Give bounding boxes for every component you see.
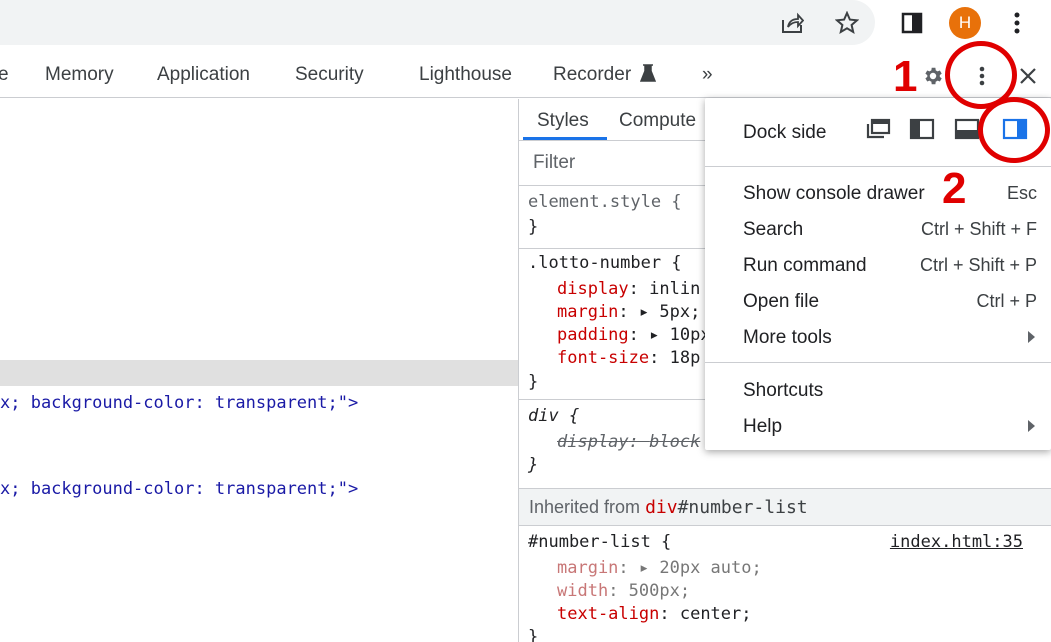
dom-node-attr-text: x; background-color: transparent;"> — [0, 479, 359, 499]
css-prop-sep: : — [649, 348, 670, 368]
share-icon[interactable] — [775, 6, 809, 40]
inherited-prefix: Inherited from — [529, 497, 646, 517]
css-prop-sep: : — [628, 432, 650, 452]
menu-item-shortcuts[interactable]: Shortcuts — [743, 374, 1043, 408]
menu-item-label: Open file — [743, 291, 820, 312]
menu-item-label: Run command — [743, 255, 867, 276]
rule-close-brace: } — [528, 217, 539, 237]
lotto-number-selector[interactable]: .lotto-number { — [528, 253, 682, 273]
address-bar[interactable] — [0, 0, 875, 45]
menu-item-label: Shortcuts — [743, 380, 824, 401]
menu-item-search[interactable]: Search Ctrl + Shift + F — [743, 213, 1043, 247]
dom-node-attr-text: x; background-color: transparent;"> — [0, 393, 359, 413]
css-prop-name: display — [557, 432, 629, 452]
css-prop-value: 20px auto; — [659, 558, 762, 578]
css-prop-sep: : — [659, 604, 680, 624]
tab-lighthouse[interactable]: Lighthouse — [419, 64, 512, 86]
undock-icon[interactable] — [865, 118, 891, 140]
source-file-link[interactable]: index.html:35 — [890, 532, 1023, 552]
annotation-step-2: 2 — [942, 164, 967, 213]
menu-item-show-console-drawer[interactable]: Show console drawer Esc — [743, 177, 1043, 211]
tab-computed[interactable]: Compute — [619, 110, 696, 132]
menu-item-help[interactable]: Help — [743, 410, 1043, 444]
css-property-line[interactable]: padding: ▸ 10px — [557, 325, 711, 345]
css-property-line[interactable]: display: inlin — [557, 279, 700, 299]
menu-item-label: Help — [743, 416, 783, 437]
rule-close-brace: } — [528, 372, 539, 392]
dock-bottom-icon[interactable] — [954, 118, 980, 140]
menu-item-label: Search — [743, 219, 804, 240]
css-prop-name: margin — [557, 558, 619, 578]
dom-node-line[interactable]: x; background-color: transparent;"> — [0, 393, 358, 413]
tab-partial[interactable]: e — [0, 64, 9, 86]
tab-memory[interactable]: Memory — [45, 64, 114, 86]
css-prop-sep: : — [628, 279, 650, 299]
css-prop-name: width — [557, 581, 609, 601]
css-prop-sep: : ▸ — [618, 558, 660, 578]
inherited-id-link[interactable]: #number-list — [678, 497, 808, 518]
css-property-line[interactable]: font-size: 18p — [557, 348, 700, 368]
css-prop-name: padding — [557, 325, 629, 345]
overridden-css-property-line[interactable]: display: block — [557, 432, 700, 452]
hovered-dom-row[interactable] — [0, 360, 518, 386]
menu-item-shortcut: Ctrl + Shift + P — [919, 255, 1037, 275]
css-prop-sep: : ▸ — [628, 325, 670, 345]
menu-item-more-tools[interactable]: More tools — [743, 321, 1043, 355]
css-prop-sep: : — [608, 581, 629, 601]
side-panel-icon[interactable] — [895, 6, 929, 40]
css-prop-name: font-size — [557, 348, 650, 368]
css-prop-value: inlin — [649, 279, 701, 299]
css-prop-value: block — [649, 432, 701, 452]
css-prop-name: text-align — [557, 604, 660, 624]
css-property-line[interactable]: width: 500px; — [557, 581, 690, 601]
tab-styles[interactable]: Styles — [537, 110, 589, 132]
dom-node-line[interactable]: x; background-color: transparent;"> — [0, 479, 358, 499]
number-list-selector[interactable]: #number-list { — [528, 532, 671, 552]
css-prop-value: 5px; — [659, 302, 701, 322]
dock-left-icon[interactable] — [909, 118, 935, 140]
menu-item-shortcut: Ctrl + P — [976, 291, 1037, 311]
menu-item-run-command[interactable]: Run command Ctrl + Shift + P — [743, 249, 1043, 283]
css-property-line[interactable]: text-align: center; — [557, 604, 752, 624]
css-prop-value: 18p — [669, 348, 701, 368]
css-prop-name: display — [557, 279, 629, 299]
browser-toolbar: H — [0, 0, 1051, 52]
menu-item-shortcut: Ctrl + Shift + F — [920, 219, 1037, 239]
css-property-line[interactable]: margin: ▸ 20px auto; — [557, 558, 762, 578]
tab-recorder[interactable]: Recorder — [553, 64, 631, 86]
filter-input[interactable]: Filter — [533, 152, 575, 174]
elements-panel: x; background-color: transparent;"> x; b… — [0, 99, 518, 642]
submenu-arrow-icon — [1028, 420, 1035, 432]
tab-security[interactable]: Security — [295, 64, 364, 86]
active-tab-indicator — [523, 137, 607, 140]
dock-side-label: Dock side — [743, 122, 827, 143]
css-prop-value: 500px; — [628, 581, 691, 601]
css-property-line[interactable]: margin: ▸ 5px; — [557, 302, 700, 322]
rule-close-brace: } — [528, 455, 539, 475]
css-prop-sep: : ▸ — [618, 302, 660, 322]
more-tabs-button[interactable]: » — [702, 64, 713, 86]
annotation-step-1: 1 — [893, 52, 918, 101]
rule-close-brace: } — [528, 627, 539, 642]
element-style-selector[interactable]: element.style { — [528, 192, 682, 212]
menu-divider — [705, 362, 1051, 363]
flask-icon — [639, 64, 657, 88]
menu-item-shortcut: Esc — [1006, 183, 1037, 203]
inherited-label: Inherited from div#number-list — [529, 497, 808, 518]
menu-divider — [705, 166, 1051, 167]
star-icon[interactable] — [830, 6, 864, 40]
menu-item-open-file[interactable]: Open file Ctrl + P — [743, 285, 1043, 319]
div-selector[interactable]: div { — [528, 406, 579, 426]
browser-kebab-menu-icon[interactable] — [1000, 6, 1034, 40]
inherited-from-header: Inherited from div#number-list — [519, 488, 1051, 526]
css-prop-value: center; — [679, 604, 752, 624]
submenu-arrow-icon — [1028, 331, 1035, 343]
css-prop-name: margin — [557, 302, 619, 322]
annotation-circle-dock-right — [978, 97, 1050, 163]
inherited-tag-link[interactable]: div — [645, 497, 678, 518]
tab-application[interactable]: Application — [157, 64, 250, 86]
menu-item-label: More tools — [743, 327, 832, 348]
avatar[interactable]: H — [949, 7, 981, 39]
menu-item-label: Show console drawer — [743, 183, 925, 204]
